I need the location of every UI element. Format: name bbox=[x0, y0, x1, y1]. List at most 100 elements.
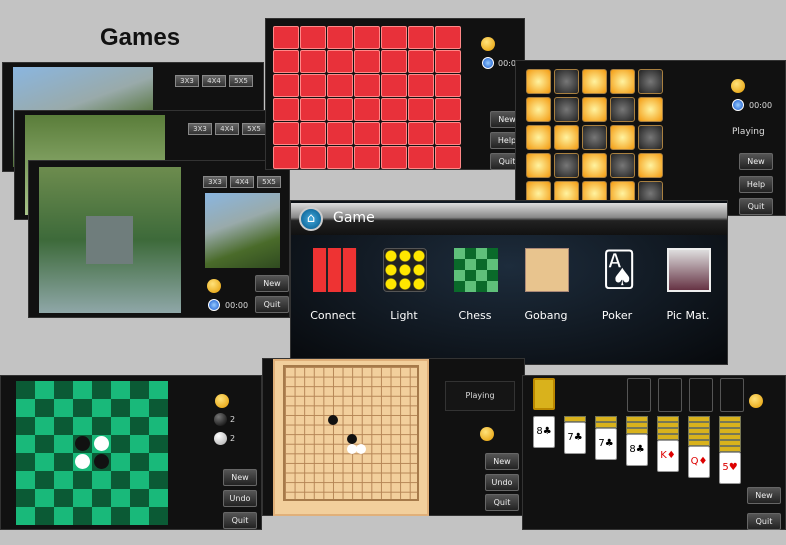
connect-tile[interactable] bbox=[300, 26, 326, 49]
board-cell[interactable] bbox=[35, 507, 54, 525]
size-button-4x4[interactable]: 4X4 bbox=[230, 176, 254, 188]
connect-tile[interactable] bbox=[300, 50, 326, 73]
connect-tile[interactable] bbox=[408, 50, 434, 73]
new-button[interactable]: New bbox=[223, 469, 257, 486]
connect-tile[interactable] bbox=[273, 98, 299, 121]
connect-tile[interactable] bbox=[327, 122, 353, 145]
connect-tile[interactable] bbox=[327, 74, 353, 97]
board-cell[interactable] bbox=[149, 471, 168, 489]
light-cell[interactable] bbox=[582, 153, 607, 178]
playing-card[interactable]: 5♥ bbox=[719, 452, 741, 484]
reversi-board[interactable] bbox=[16, 381, 168, 525]
connect-tile[interactable] bbox=[327, 146, 353, 169]
board-cell[interactable] bbox=[16, 453, 35, 471]
home-icon[interactable]: ⌂ bbox=[299, 207, 323, 231]
light-cell[interactable] bbox=[610, 125, 635, 150]
connect-tile[interactable] bbox=[354, 26, 380, 49]
board-cell[interactable] bbox=[92, 489, 111, 507]
size-button-4x4[interactable]: 4X4 bbox=[202, 75, 226, 87]
playing-card[interactable]: 7♣ bbox=[564, 422, 586, 454]
size-button-5x5[interactable]: 5X5 bbox=[257, 176, 281, 188]
board-cell[interactable] bbox=[92, 507, 111, 525]
board-cell[interactable] bbox=[35, 453, 54, 471]
light-cell[interactable] bbox=[638, 153, 663, 178]
connect-tile[interactable] bbox=[300, 74, 326, 97]
board-cell[interactable] bbox=[111, 489, 130, 507]
light-cell[interactable] bbox=[554, 125, 579, 150]
connect-tile[interactable] bbox=[273, 74, 299, 97]
connect-tile[interactable] bbox=[381, 26, 407, 49]
connect-tile[interactable] bbox=[273, 122, 299, 145]
size-button-3x3[interactable]: 3X3 bbox=[203, 176, 227, 188]
size-button-5x5[interactable]: 5X5 bbox=[242, 123, 266, 135]
help-button[interactable]: Help bbox=[739, 176, 773, 193]
board-cell[interactable] bbox=[149, 399, 168, 417]
connect-tile[interactable] bbox=[381, 122, 407, 145]
connect-tile[interactable] bbox=[300, 98, 326, 121]
board-cell[interactable] bbox=[130, 381, 149, 399]
board-cell[interactable] bbox=[54, 381, 73, 399]
board-cell[interactable] bbox=[130, 507, 149, 525]
foundation-slot[interactable] bbox=[658, 378, 682, 412]
light-cell[interactable] bbox=[638, 125, 663, 150]
connect-board[interactable] bbox=[273, 26, 461, 169]
board-cell[interactable] bbox=[92, 435, 111, 453]
menu-item-picmat[interactable]: Pic Mat. bbox=[658, 309, 718, 322]
board-cell[interactable] bbox=[54, 453, 73, 471]
board-cell[interactable] bbox=[149, 453, 168, 471]
light-cell[interactable] bbox=[526, 69, 551, 94]
board-cell[interactable] bbox=[149, 435, 168, 453]
light-board[interactable] bbox=[526, 69, 663, 206]
connect-tile[interactable] bbox=[354, 98, 380, 121]
stock-pile[interactable] bbox=[533, 378, 555, 410]
board-cell[interactable] bbox=[54, 417, 73, 435]
board-cell[interactable] bbox=[92, 471, 111, 489]
chess-icon[interactable] bbox=[454, 248, 498, 292]
board-cell[interactable] bbox=[35, 417, 54, 435]
board-cell[interactable] bbox=[35, 489, 54, 507]
foundation-slot[interactable] bbox=[627, 378, 651, 412]
board-cell[interactable] bbox=[92, 399, 111, 417]
light-cell[interactable] bbox=[582, 97, 607, 122]
connect-tile[interactable] bbox=[381, 98, 407, 121]
board-cell[interactable] bbox=[16, 381, 35, 399]
board-cell[interactable] bbox=[149, 507, 168, 525]
board-cell[interactable] bbox=[35, 399, 54, 417]
board-cell[interactable] bbox=[54, 471, 73, 489]
board-cell[interactable] bbox=[73, 381, 92, 399]
board-cell[interactable] bbox=[73, 453, 92, 471]
board-cell[interactable] bbox=[111, 507, 130, 525]
size-button-5x5[interactable]: 5X5 bbox=[229, 75, 253, 87]
connect-tile[interactable] bbox=[354, 74, 380, 97]
connect-tile[interactable] bbox=[435, 50, 461, 73]
playing-card[interactable]: Q♦ bbox=[688, 446, 710, 478]
connect-tile[interactable] bbox=[354, 50, 380, 73]
connect-tile[interactable] bbox=[435, 98, 461, 121]
light-cell[interactable] bbox=[638, 69, 663, 94]
connect-tile[interactable] bbox=[381, 74, 407, 97]
playing-card[interactable]: 8♣ bbox=[533, 416, 555, 448]
quit-button[interactable]: Quit bbox=[255, 296, 289, 313]
board-cell[interactable] bbox=[92, 417, 111, 435]
size-button-3x3[interactable]: 3X3 bbox=[188, 123, 212, 135]
menu-item-light[interactable]: Light bbox=[374, 309, 434, 322]
light-cell[interactable] bbox=[610, 69, 635, 94]
connect-tile[interactable] bbox=[381, 50, 407, 73]
quit-button[interactable]: Quit bbox=[223, 512, 257, 529]
board-cell[interactable] bbox=[35, 435, 54, 453]
light-cell[interactable] bbox=[526, 97, 551, 122]
board-cell[interactable] bbox=[73, 417, 92, 435]
light-cell[interactable] bbox=[554, 97, 579, 122]
light-cell[interactable] bbox=[610, 97, 635, 122]
foundation-slot[interactable] bbox=[689, 378, 713, 412]
gobang-icon[interactable] bbox=[525, 248, 569, 292]
connect-tile[interactable] bbox=[435, 74, 461, 97]
foundation-slot[interactable] bbox=[720, 378, 744, 412]
board-cell[interactable] bbox=[111, 435, 130, 453]
new-button[interactable]: New bbox=[747, 487, 781, 504]
light-cell[interactable] bbox=[554, 153, 579, 178]
connect-tile[interactable] bbox=[408, 146, 434, 169]
board-cell[interactable] bbox=[111, 381, 130, 399]
board-cell[interactable] bbox=[16, 489, 35, 507]
board-cell[interactable] bbox=[111, 453, 130, 471]
